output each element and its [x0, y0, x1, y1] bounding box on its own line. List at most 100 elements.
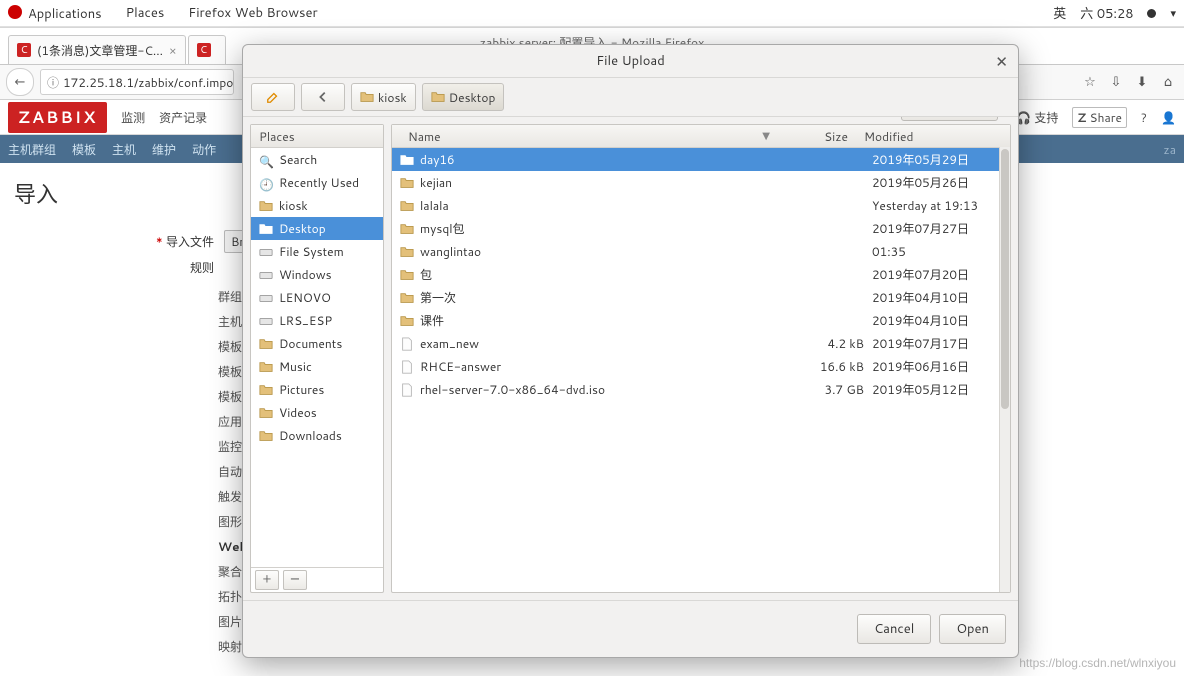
places-item[interactable]: LENOVO — [251, 286, 383, 309]
close-tab-icon[interactable]: × — [169, 42, 177, 59]
status-dot-icon — [1147, 9, 1156, 18]
folder-icon — [400, 176, 414, 190]
remove-bookmark-button[interactable]: − — [283, 570, 307, 590]
zabbix-menu-item[interactable]: 资产记录 — [159, 109, 207, 126]
file-list-header: Name▼ Size Modified — [392, 125, 1010, 148]
file-name: day16 — [420, 151, 455, 168]
open-button[interactable]: Open — [939, 614, 1006, 644]
file-row[interactable]: 第一次2019年04月10日 — [392, 286, 1010, 309]
ime-indicator[interactable]: 英 — [1053, 3, 1066, 23]
path-back-button[interactable] — [301, 83, 345, 111]
places-item[interactable]: Desktop — [251, 217, 383, 240]
chevron-left-icon — [316, 90, 330, 104]
pocket-icon[interactable]: ⇩ — [1106, 73, 1126, 91]
close-icon[interactable]: ✕ — [995, 51, 1008, 72]
gnome-current-app[interactable]: Firefox Web Browser — [188, 4, 317, 22]
places-item[interactable]: Downloads — [251, 424, 383, 447]
help-icon[interactable]: ? — [1141, 109, 1147, 126]
favicon-icon: C — [17, 43, 31, 57]
file-row[interactable]: RHCE-answer16.6 kB2019年06月16日 — [392, 355, 1010, 378]
file-modified: 2019年07月17日 — [864, 335, 1002, 352]
file-row[interactable]: day16 2019年05月29日 — [392, 148, 1010, 171]
file-icon — [400, 337, 414, 351]
subnav-item[interactable]: 主机群组 — [8, 141, 56, 158]
file-list-panel: Name▼ Size Modified day16 2019年05月29日 keji… — [391, 124, 1011, 593]
subnav-item[interactable]: 维护 — [152, 141, 176, 158]
places-item-label: kiosk — [279, 197, 308, 214]
url-input[interactable]: ⓘ172.25.18.1/zabbix/conf.impo — [40, 69, 234, 95]
places-item[interactable]: kiosk — [251, 194, 383, 217]
places-item-label: Search — [279, 151, 317, 168]
places-item[interactable]: Pictures — [251, 378, 383, 401]
edit-path-button[interactable] — [251, 83, 295, 111]
subnav-overflow: za — [1163, 141, 1176, 158]
places-item-label: Videos — [279, 404, 317, 421]
file-modified: 2019年06月16日 — [864, 358, 1002, 375]
scrollbar-thumb[interactable] — [1001, 149, 1009, 409]
download-icon[interactable]: ⬇ — [1132, 73, 1152, 91]
file-name: RHCE-answer — [420, 358, 501, 375]
file-row[interactable]: kejian2019年05月26日 — [392, 171, 1010, 194]
file-row[interactable]: rhel-server-7.0-x86_64-dvd.iso3.7 GB2019… — [392, 378, 1010, 401]
clock[interactable]: 六 05:28 — [1080, 3, 1133, 23]
subnav-item[interactable]: 主机 — [112, 141, 136, 158]
cancel-button[interactable]: Cancel — [857, 614, 931, 644]
user-icon[interactable]: 👤 — [1161, 109, 1176, 126]
zabbix-logo[interactable]: ZABBIX — [8, 102, 107, 133]
col-modified[interactable]: Modified — [856, 128, 1002, 145]
browser-tab[interactable]: C (1条消息)文章管理-C... × — [8, 35, 186, 64]
file-modified: 2019年05月29日 — [864, 151, 1002, 168]
file-name: wanglintao — [420, 243, 481, 260]
file-row[interactable]: exam_new4.2 kB2019年07月17日 — [392, 332, 1010, 355]
file-modified: 2019年04月10日 — [864, 312, 1002, 329]
places-item[interactable]: 🕘Recently Used — [251, 171, 383, 194]
places-item[interactable]: 🔍Search — [251, 148, 383, 171]
home-icon[interactable]: ⌂ — [1158, 73, 1178, 91]
places-item-label: Documents — [279, 335, 342, 352]
places-item-label: Downloads — [279, 427, 342, 444]
subnav-item[interactable]: 模板 — [72, 141, 96, 158]
places-item[interactable]: File System — [251, 240, 383, 263]
places-item-label: Pictures — [279, 381, 324, 398]
file-modified: Yesterday at 19:13 — [864, 197, 1002, 214]
folder-icon — [400, 199, 414, 213]
col-name[interactable]: Name▼ — [400, 128, 778, 145]
browser-tab[interactable]: C — [188, 35, 226, 64]
gnome-places[interactable]: Places — [126, 4, 165, 22]
places-item[interactable]: Windows — [251, 263, 383, 286]
places-item-label: File System — [279, 243, 344, 260]
back-button[interactable]: ← — [6, 68, 34, 96]
dialog-titlebar: File Upload ✕ — [243, 45, 1018, 78]
places-header: Places — [251, 125, 383, 148]
file-row[interactable]: 课件2019年04月10日 — [392, 309, 1010, 332]
gnome-activities[interactable]: Applications — [8, 4, 102, 23]
pencil-icon — [266, 90, 280, 104]
places-item[interactable]: Documents — [251, 332, 383, 355]
file-name: exam_new — [420, 335, 479, 352]
add-bookmark-button[interactable]: + — [255, 570, 279, 590]
file-row[interactable]: 包2019年07月20日 — [392, 263, 1010, 286]
places-item[interactable]: Videos — [251, 401, 383, 424]
places-item[interactable]: Music — [251, 355, 383, 378]
folder-icon — [400, 291, 414, 305]
file-icon — [400, 383, 414, 397]
file-row[interactable]: mysql包2019年07月27日 — [392, 217, 1010, 240]
file-row[interactable]: lalalaYesterday at 19:13 — [392, 194, 1010, 217]
places-item-label: LRS_ESP — [279, 312, 332, 329]
col-size[interactable]: Size — [778, 128, 856, 145]
places-item[interactable]: LRS_ESP — [251, 309, 383, 332]
subnav-item[interactable]: 动作 — [192, 141, 216, 158]
places-panel: Places 🔍Search🕘Recently Used kiosk Desktop… — [250, 124, 384, 593]
scrollbar[interactable] — [999, 147, 1010, 592]
support-link[interactable]: 🎧 支持 — [1016, 109, 1058, 126]
zabbix-menu-item[interactable]: 监测 — [121, 109, 145, 126]
file-icon — [400, 360, 414, 374]
path-segment[interactable]: kiosk — [351, 83, 416, 111]
file-row[interactable]: wanglintao01:35 — [392, 240, 1010, 263]
share-link[interactable]: Z Share — [1072, 107, 1127, 128]
system-menu-icon[interactable]: ▾ — [1170, 5, 1176, 21]
sort-indicator-icon: ▼ — [762, 129, 770, 143]
path-segment-active[interactable]: Desktop — [422, 83, 505, 111]
file-filter-select[interactable]: All Files ▼ — [901, 117, 998, 121]
star-icon[interactable]: ☆ — [1080, 73, 1100, 91]
